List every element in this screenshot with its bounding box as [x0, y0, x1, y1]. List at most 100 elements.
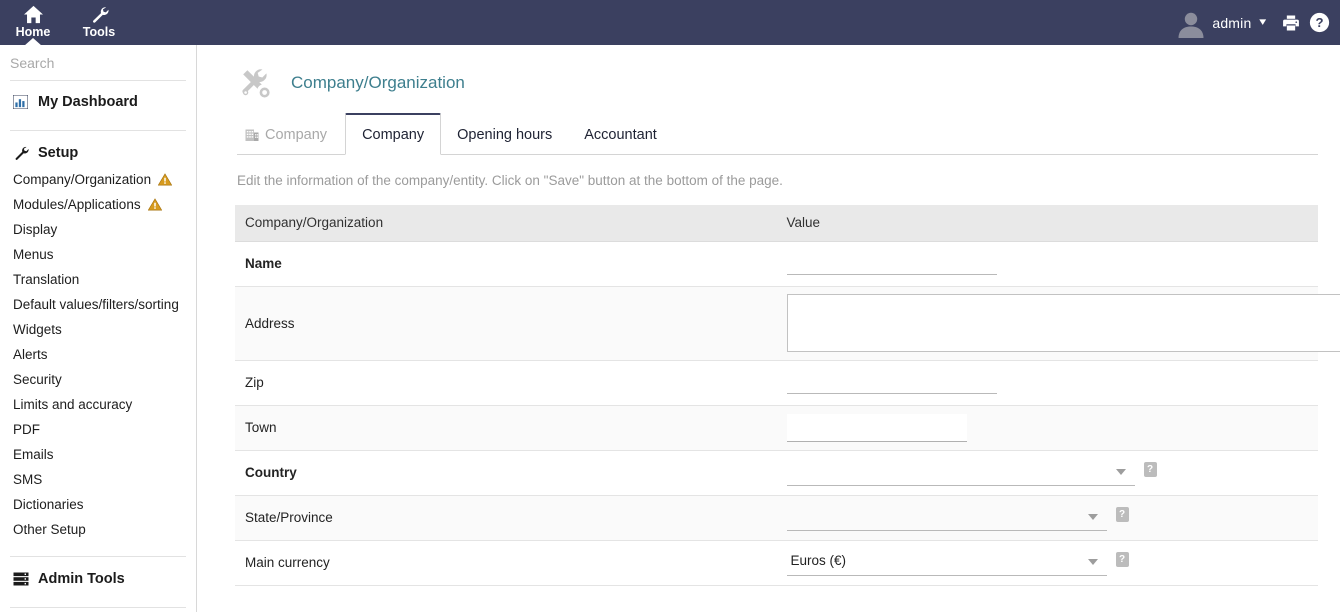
chevron-down-icon[interactable]: ▾ — [1260, 17, 1267, 28]
sidebar-item-menus[interactable]: Menus — [0, 242, 196, 267]
top-header-bar: Home Tools admin ▾ ? — [0, 0, 1340, 45]
wrench-icon — [90, 4, 109, 24]
tab-accountant[interactable]: Accountant — [568, 115, 673, 155]
column-header-name: Company/Organization — [235, 205, 777, 242]
field-label: Main currency — [235, 540, 777, 586]
tab-section-label: Company — [237, 115, 345, 155]
help-tooltip-icon[interactable]: ? — [1115, 507, 1129, 522]
tab-company[interactable]: Company — [345, 113, 442, 155]
table-row: Name — [235, 241, 1318, 287]
sidebar-item-limits-and-accuracy[interactable]: Limits and accuracy — [0, 392, 196, 417]
sidebar-group-dashboard: My Dashboard — [0, 81, 196, 123]
avatar[interactable] — [1176, 8, 1206, 38]
server-icon — [13, 572, 33, 586]
sidebar-item-label: Display — [13, 222, 58, 237]
table-row: Zip — [235, 360, 1318, 406]
field-label: State/Province — [235, 495, 777, 541]
main-currency-select[interactable]: Euros (€) — [786, 549, 1107, 576]
sidebar-item-admin-tools[interactable]: Admin Tools — [0, 564, 196, 593]
column-header-value: Value — [776, 205, 1318, 242]
sidebar-item-other-setup[interactable]: Other Setup — [0, 517, 196, 542]
tab-label: Accountant — [584, 127, 657, 143]
sidebar-item-alerts[interactable]: Alerts — [0, 342, 196, 367]
help-circle-icon[interactable]: ? — [1306, 10, 1332, 36]
sidebar-item-widgets[interactable]: Widgets — [0, 317, 196, 342]
sidebar-item-label: SMS — [13, 472, 43, 487]
zip-input[interactable] — [786, 371, 997, 394]
sidebar-item-dictionaries[interactable]: Dictionaries — [0, 492, 196, 517]
sidebar-item-label: Security — [13, 372, 62, 387]
username-label: admin — [1212, 14, 1252, 31]
country-select[interactable] — [786, 459, 1135, 486]
search-row — [10, 45, 191, 81]
building-icon — [245, 128, 259, 142]
sidebar-item-label: PDF — [13, 422, 40, 437]
wrench-icon — [13, 145, 33, 161]
table-row: Main currency Euros (€)? — [235, 540, 1318, 586]
tools-icon — [237, 64, 277, 102]
sidebar-setup-items: Company/Organization Modules/Applications… — [0, 167, 196, 542]
field-value-cell — [776, 360, 1318, 406]
field-value-cell — [776, 241, 1318, 287]
town-input[interactable] — [786, 413, 967, 442]
sidebar-item-label: Limits and accuracy — [13, 397, 133, 412]
table-header-row: Company/Organization Value — [235, 205, 1318, 242]
sidebar-item-security[interactable]: Security — [0, 367, 196, 392]
help-tooltip-icon[interactable]: ? — [1115, 552, 1129, 567]
tab-label: Company — [362, 126, 425, 143]
sidebar-divider — [10, 556, 186, 557]
topnav-tools-label: Tools — [82, 25, 116, 39]
field-value-cell — [776, 405, 1318, 451]
sidebar-item-label: Modules/Applications — [13, 197, 141, 212]
sidebar-item-display[interactable]: Display — [0, 217, 196, 242]
topnav-home[interactable]: Home — [0, 0, 66, 45]
help-tooltip-icon[interactable]: ? — [1143, 462, 1157, 477]
field-value-cell: ? — [776, 450, 1318, 496]
page-header: Company/Organization — [197, 45, 1340, 107]
sidebar-item-sms[interactable]: SMS — [0, 467, 196, 492]
tabs-list: Company Opening hours Accountant — [345, 112, 673, 155]
sidebar-item-label: Dictionaries — [13, 497, 84, 512]
sidebar-item-company-organization[interactable]: Company/Organization — [0, 167, 196, 192]
sidebar-item-label: Alerts — [13, 347, 48, 362]
table-row: State/Province? — [235, 495, 1318, 541]
sidebar-item-label: Default values/filters/sorting — [13, 297, 179, 312]
sidebar-item-setup[interactable]: Setup — [0, 138, 196, 167]
tab-bar: Company Company Opening hours Accountant — [237, 107, 1318, 155]
table-body: Name Address Zip Town Country? State/Province… — [235, 241, 1340, 586]
field-label: Name — [235, 241, 777, 287]
sidebar-item-label: Admin Tools — [38, 570, 125, 587]
name-input[interactable] — [786, 252, 997, 275]
field-label: Town — [235, 405, 777, 451]
sidebar-group-admin: Admin Tools — [0, 564, 196, 600]
home-icon — [23, 4, 44, 24]
chart-bar-icon — [13, 94, 33, 109]
page-title: Company/Organization — [291, 73, 465, 92]
tab-label: Opening hours — [457, 127, 553, 143]
sidebar-divider — [10, 607, 186, 608]
sidebar-item-label: Setup — [38, 144, 79, 161]
sidebar-item-label: Company/Organization — [13, 172, 152, 187]
main-content: Company/Organization Company Company Ope… — [197, 45, 1340, 612]
tab-opening-hours[interactable]: Opening hours — [441, 115, 568, 155]
table-row: Country? — [235, 450, 1318, 496]
sidebar-item-pdf[interactable]: PDF — [0, 417, 196, 442]
field-label: Zip — [235, 360, 777, 406]
search-input[interactable] — [10, 54, 191, 71]
state-province-select[interactable] — [786, 504, 1107, 531]
field-value-cell — [776, 286, 1340, 361]
sidebar-item-default-values-filters-sorting[interactable]: Default values/filters/sorting — [0, 292, 196, 317]
address-textarea[interactable] — [786, 294, 1340, 352]
sidebar: My Dashboard Setup Company/Organization M… — [0, 45, 197, 612]
svg-text:?: ? — [1315, 15, 1323, 30]
sidebar-item-translation[interactable]: Translation — [0, 267, 196, 292]
sidebar-item-my-dashboard[interactable]: My Dashboard — [0, 87, 196, 116]
sidebar-item-emails[interactable]: Emails — [0, 442, 196, 467]
table-row: Town — [235, 405, 1318, 451]
sidebar-item-modules-applications[interactable]: Modules/Applications — [0, 192, 196, 217]
sidebar-group-setup: Setup Company/Organization Modules/Applic… — [0, 138, 196, 549]
topnav-tools[interactable]: Tools — [66, 0, 132, 45]
printer-icon[interactable] — [1278, 10, 1304, 36]
sidebar-divider — [10, 130, 186, 131]
field-label: Address — [235, 286, 777, 361]
